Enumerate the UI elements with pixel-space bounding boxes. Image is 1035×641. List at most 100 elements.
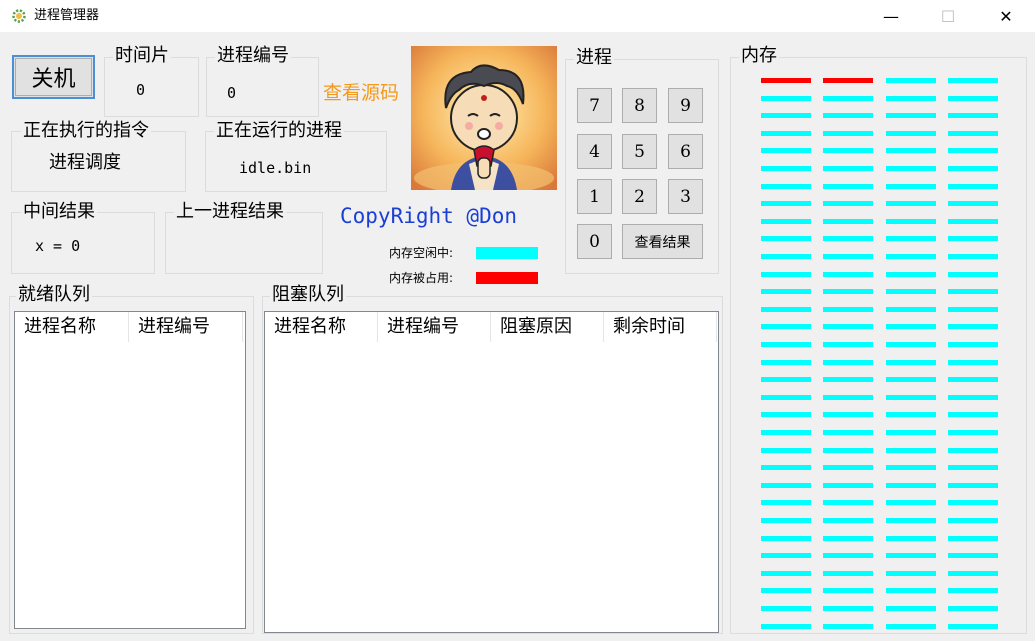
memory-block-free <box>948 448 998 453</box>
keypad-key-9[interactable]: 9 <box>668 88 703 123</box>
keypad-key-1[interactable]: 1 <box>577 179 612 214</box>
memory-block-free <box>948 289 998 294</box>
memory-occupied-swatch <box>476 272 538 284</box>
memory-block-free <box>886 78 936 83</box>
keypad-key-6[interactable]: 6 <box>668 134 703 169</box>
minimize-button[interactable]: — <box>868 0 914 32</box>
memory-block-free <box>761 553 811 558</box>
memory-block-free <box>886 500 936 505</box>
intermediate-result-value: x = 0 <box>35 237 81 255</box>
memory-block-free <box>823 219 873 224</box>
previous-result-label: 上一进程结果 <box>174 201 286 222</box>
memory-block-free <box>761 412 811 417</box>
keypad-key-7[interactable]: 7 <box>577 88 612 123</box>
memory-block-free <box>886 395 936 400</box>
ready-queue-label: 就绪队列 <box>16 284 92 305</box>
close-button[interactable]: ✕ <box>983 0 1029 32</box>
time-slice-label: 时间片 <box>113 45 171 66</box>
keypad-key-5[interactable]: 5 <box>622 134 657 169</box>
memory-block-free <box>761 219 811 224</box>
memory-block-free <box>823 166 873 171</box>
memory-block-free <box>823 483 873 488</box>
memory-block-free <box>948 148 998 153</box>
memory-block-free <box>761 536 811 541</box>
view-source-link[interactable]: 查看源码 <box>323 82 399 104</box>
memory-block-free <box>823 201 873 206</box>
memory-block-free <box>761 342 811 347</box>
copyright-text: CopyRight @Don <box>340 204 518 228</box>
ready-col-process-id[interactable]: 进程编号 <box>129 312 243 342</box>
keypad-key-2[interactable]: 2 <box>622 179 657 214</box>
memory-block-free <box>823 465 873 470</box>
memory-block-free <box>886 377 936 382</box>
memory-block-free <box>948 166 998 171</box>
memory-block-free <box>948 588 998 593</box>
ready-queue-list[interactable]: 进程名称 进程编号 <box>14 311 246 629</box>
memory-block-free <box>761 307 811 312</box>
memory-block-free <box>823 184 873 189</box>
view-result-button[interactable]: 查看结果 <box>622 224 703 259</box>
memory-free-swatch <box>476 247 538 259</box>
memory-block-free <box>886 553 936 558</box>
memory-block-free <box>761 166 811 171</box>
shutdown-button[interactable]: 关机 <box>12 55 95 99</box>
executing-instruction-value: 进程调度 <box>49 152 121 173</box>
memory-block-free <box>761 236 811 241</box>
memory-block-free <box>886 342 936 347</box>
memory-block-free <box>761 395 811 400</box>
memory-block-free <box>823 236 873 241</box>
process-id-value: 0 <box>227 84 237 102</box>
gear-icon <box>11 8 27 24</box>
blocked-col-remaining-time[interactable]: 剩余时间 <box>604 312 717 342</box>
memory-block-free <box>948 500 998 505</box>
memory-block-free <box>886 483 936 488</box>
process-id-label: 进程编号 <box>215 45 291 66</box>
memory-block-free <box>823 571 873 576</box>
memory-block-free <box>948 113 998 118</box>
memory-block-free <box>761 571 811 576</box>
memory-block-free <box>823 342 873 347</box>
memory-block-free <box>886 360 936 365</box>
memory-block-free <box>886 465 936 470</box>
memory-block-free <box>948 412 998 417</box>
memory-block-free <box>823 500 873 505</box>
memory-block-free <box>948 430 998 435</box>
running-process-value: idle.bin <box>239 159 312 177</box>
blocked-queue-list[interactable]: 进程名称 进程编号 阻塞原因 剩余时间 <box>264 311 719 633</box>
blocked-col-block-reason[interactable]: 阻塞原因 <box>491 312 604 342</box>
memory-block-free <box>761 289 811 294</box>
memory-block-free <box>823 360 873 365</box>
memory-block-free <box>886 201 936 206</box>
memory-block-free <box>886 536 936 541</box>
keypad-key-4[interactable]: 4 <box>577 134 612 169</box>
ready-col-process-name[interactable]: 进程名称 <box>15 312 129 342</box>
memory-block-free <box>948 465 998 470</box>
memory-block-free <box>948 131 998 136</box>
memory-block-free <box>761 465 811 470</box>
blocked-col-process-name[interactable]: 进程名称 <box>265 312 378 342</box>
memory-block-free <box>886 412 936 417</box>
memory-block-free <box>761 588 811 593</box>
running-process-label: 正在运行的进程 <box>214 120 344 141</box>
memory-block-free <box>823 96 873 101</box>
maximize-button[interactable]: ☐ <box>925 0 971 32</box>
memory-block-free <box>886 289 936 294</box>
memory-block-free <box>823 377 873 382</box>
memory-block-free <box>886 624 936 629</box>
keypad-key-3[interactable]: 3 <box>668 179 703 214</box>
memory-block-free <box>761 606 811 611</box>
memory-block-free <box>761 96 811 101</box>
memory-block-free <box>948 307 998 312</box>
memory-block-free <box>761 201 811 206</box>
memory-block-free <box>948 624 998 629</box>
keypad-key-0[interactable]: 0 <box>577 224 612 259</box>
memory-block-free <box>823 553 873 558</box>
keypad-key-8[interactable]: 8 <box>622 88 657 123</box>
memory-block-free <box>948 272 998 277</box>
memory-block-free <box>886 236 936 241</box>
memory-block-free <box>761 272 811 277</box>
memory-block-occupied <box>823 78 873 83</box>
memory-block-free <box>823 536 873 541</box>
memory-block-free <box>761 518 811 523</box>
blocked-col-process-id[interactable]: 进程编号 <box>378 312 491 342</box>
